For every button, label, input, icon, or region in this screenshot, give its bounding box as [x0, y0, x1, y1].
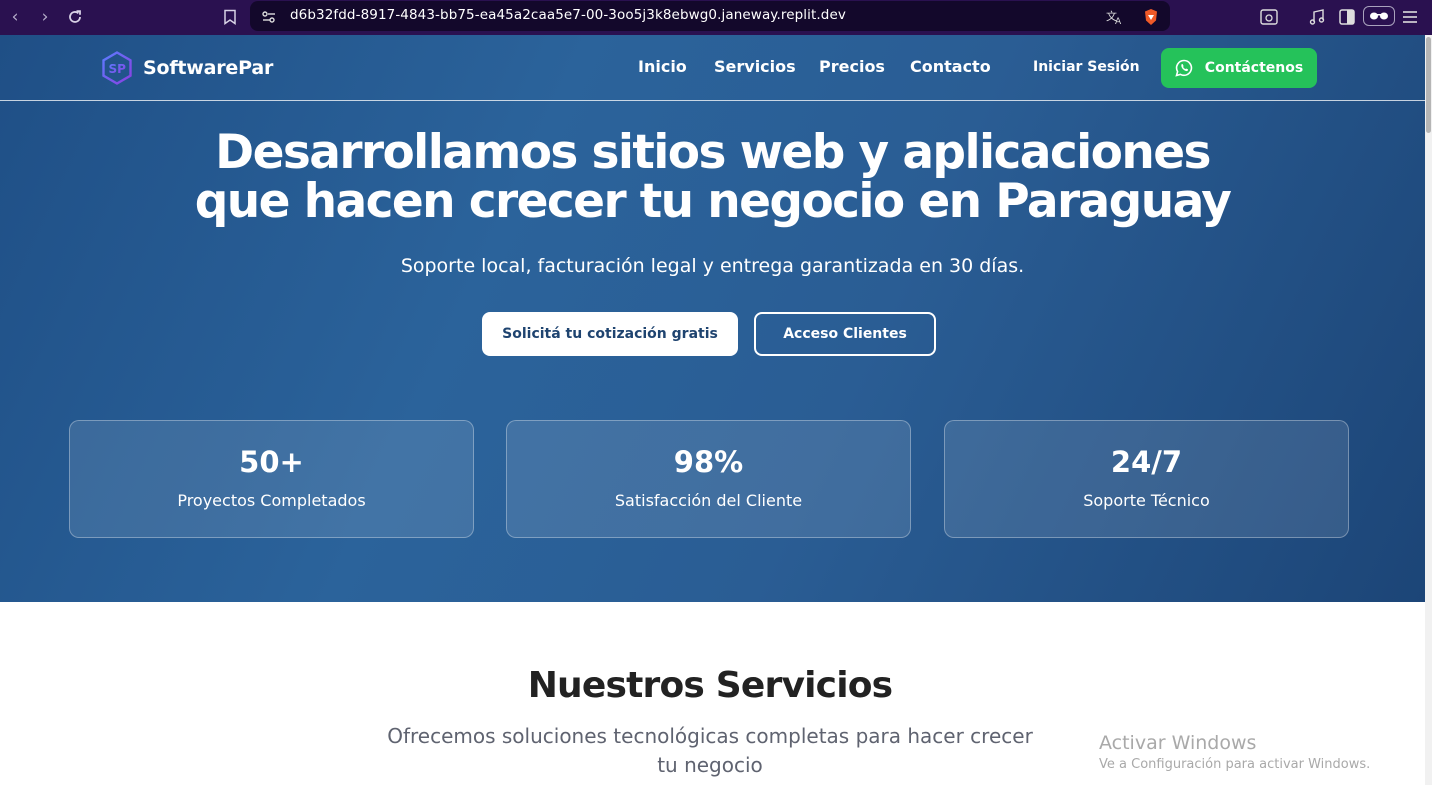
nav-link-inicio[interactable]: Inicio	[638, 57, 687, 76]
stat-value: 98%	[673, 445, 744, 479]
brand-logo[interactable]: SP SoftwarePar	[101, 51, 273, 85]
scrollbar-thumb[interactable]	[1426, 37, 1431, 133]
reader-mode-icon[interactable]	[1258, 6, 1280, 28]
hero-section: SP SoftwarePar Inicio Servicios Precios …	[0, 35, 1425, 602]
watermark-title: Activar Windows	[1099, 732, 1257, 754]
stat-value: 24/7	[1110, 445, 1183, 479]
header-divider	[0, 100, 1425, 101]
quote-button[interactable]: Solicitá tu cotización gratis	[482, 312, 738, 356]
private-window-icon[interactable]	[1363, 6, 1395, 26]
hero-title-line2: que hacen crecer tu negocio en Paraguay	[194, 174, 1232, 229]
stat-label: Soporte Técnico	[1083, 491, 1210, 510]
services-subtitle: Ofrecemos soluciones tecnológicas comple…	[375, 722, 1045, 780]
logo-icon: SP	[102, 51, 132, 85]
nav-link-precios[interactable]: Precios	[819, 57, 885, 76]
svg-text:A: A	[1115, 17, 1122, 25]
page-scrollbar[interactable]	[1425, 35, 1432, 785]
stat-label: Satisfacción del Cliente	[614, 491, 803, 510]
services-subtitle-line1: Ofrecemos soluciones tecnológicas comple…	[387, 724, 1033, 748]
site-settings-icon[interactable]	[258, 6, 280, 28]
whatsapp-button-label: Contáctenos	[1204, 60, 1304, 76]
stat-value: 50+	[239, 445, 304, 479]
bookmark-icon[interactable]	[219, 6, 241, 28]
back-icon[interactable]: ‹	[4, 6, 26, 28]
stat-card-projects: 50+ Proyectos Completados	[69, 420, 474, 538]
stat-card-support: 24/7 Soporte Técnico	[944, 420, 1349, 538]
whatsapp-contact-button[interactable]: Contáctenos	[1161, 48, 1317, 88]
forward-icon[interactable]: ›	[34, 6, 56, 28]
sidebar-icon[interactable]	[1336, 6, 1358, 28]
nav-link-contacto[interactable]: Contacto	[910, 57, 991, 76]
nav-link-servicios[interactable]: Servicios	[714, 57, 796, 76]
page-viewport: SP SoftwarePar Inicio Servicios Precios …	[0, 35, 1425, 785]
whatsapp-icon	[1175, 59, 1193, 77]
brand-name: SoftwarePar	[143, 57, 274, 79]
media-icon[interactable]	[1306, 6, 1328, 28]
url-text[interactable]: d6b32fdd-8917-4843-bb75-ea45a2caa5e7-00-…	[290, 7, 846, 23]
client-access-button[interactable]: Acceso Clientes	[754, 312, 936, 356]
brave-shield-icon[interactable]	[1140, 6, 1162, 28]
hero-title: Desarrollamos sitios web y aplicaciones …	[0, 128, 1425, 226]
translate-icon[interactable]: 文A	[1104, 6, 1126, 28]
services-title: Nuestros Servicios	[527, 665, 893, 706]
watermark-subtitle: Ve a Configuración para activar Windows.	[1099, 757, 1371, 772]
services-subtitle-line2: tu negocio	[657, 753, 763, 777]
stat-label: Proyectos Completados	[177, 491, 366, 510]
login-link[interactable]: Iniciar Sesión	[1033, 59, 1140, 75]
menu-icon[interactable]	[1399, 6, 1421, 28]
reload-icon[interactable]	[64, 6, 86, 28]
svg-text:SP: SP	[109, 62, 127, 76]
hero-title-line1: Desarrollamos sitios web y aplicaciones	[215, 125, 1211, 180]
stat-card-satisfaction: 98% Satisfacción del Cliente	[506, 420, 911, 538]
windows-activation-watermark: Activar Windows Ve a Configuración para …	[1099, 732, 1370, 772]
hero-subtitle: Soporte local, facturación legal y entre…	[400, 255, 1025, 277]
browser-toolbar: ‹ › d6b32fdd-8917-4843-bb75-ea45a2caa5e7…	[0, 0, 1432, 35]
